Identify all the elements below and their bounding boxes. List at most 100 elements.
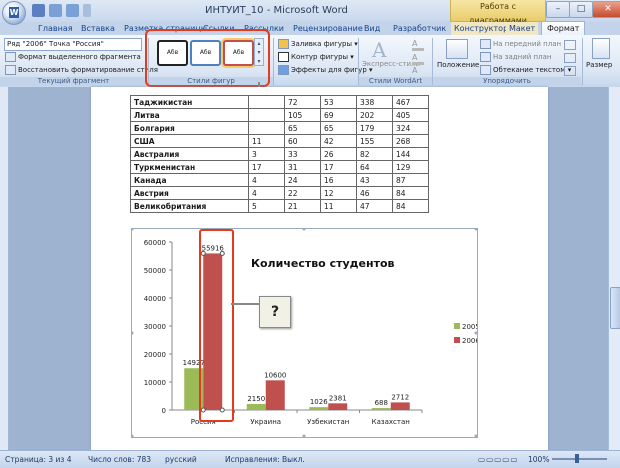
country-cell[interactable]: Литва [130, 108, 249, 122]
value-cell[interactable]: 53 [320, 95, 357, 109]
page-indicator[interactable]: Страница: 3 из 4 [5, 455, 72, 464]
rotate-icon[interactable] [564, 66, 576, 76]
format-selection-button[interactable]: Формат выделенного фрагмента [5, 52, 141, 62]
value-cell[interactable]: 268 [392, 134, 429, 148]
save-icon[interactable] [32, 4, 45, 17]
text-effects-icon[interactable]: A [412, 66, 417, 75]
bar-2005[interactable] [309, 407, 329, 410]
text-fill-icon[interactable]: A [412, 39, 424, 51]
value-cell[interactable]: 144 [392, 147, 429, 161]
value-cell[interactable]: 65 [320, 121, 357, 135]
close-button[interactable]: ✕ [592, 1, 620, 18]
tab-format[interactable]: Формат [541, 21, 586, 36]
value-cell[interactable] [248, 108, 285, 122]
language-indicator[interactable]: русский [165, 455, 197, 464]
vertical-scrollbar[interactable] [608, 87, 620, 450]
value-cell[interactable]: 129 [392, 160, 429, 174]
shape-fill-button[interactable]: Заливка фигуры ▾ [278, 39, 358, 49]
bar-2006[interactable] [265, 380, 285, 410]
country-cell[interactable]: Австралия [130, 147, 249, 161]
size-icon[interactable] [592, 38, 610, 59]
value-cell[interactable]: 155 [356, 134, 393, 148]
value-cell[interactable]: 22 [284, 186, 321, 200]
value-cell[interactable]: 202 [356, 108, 393, 122]
value-cell[interactable]: 33 [284, 147, 321, 161]
value-cell[interactable]: 84 [392, 199, 429, 213]
maximize-button[interactable]: □ [569, 1, 593, 18]
tab-developer[interactable]: Разработчик [393, 22, 446, 35]
value-cell[interactable]: 16 [320, 173, 357, 187]
value-cell[interactable]: 11 [320, 199, 357, 213]
tab-design[interactable]: Конструктор [451, 22, 512, 35]
text-outline-icon[interactable]: A [412, 53, 424, 65]
align-icon[interactable] [564, 40, 576, 50]
value-cell[interactable]: 3 [248, 147, 285, 161]
scrollbar-thumb[interactable] [610, 287, 620, 329]
redo-icon[interactable] [66, 4, 79, 17]
reset-style-button[interactable]: Восстановить форматирование стиля [5, 65, 158, 75]
value-cell[interactable]: 105 [284, 108, 321, 122]
bar-2006[interactable] [328, 403, 348, 410]
zoom-slider-thumb[interactable] [575, 454, 579, 463]
customize-quick-access-icon[interactable] [83, 4, 91, 17]
value-cell[interactable]: 11 [248, 134, 285, 148]
tab-insert[interactable]: Вставка [81, 22, 115, 35]
country-cell[interactable]: США [130, 134, 249, 148]
group-icon[interactable] [564, 53, 576, 63]
country-cell[interactable]: Австрия [130, 186, 249, 200]
tab-review[interactable]: Рецензирование [293, 22, 363, 35]
value-cell[interactable]: 24 [284, 173, 321, 187]
value-cell[interactable]: 405 [392, 108, 429, 122]
value-cell[interactable]: 12 [320, 186, 357, 200]
value-cell[interactable]: 72 [284, 95, 321, 109]
bar-2005[interactable] [371, 408, 391, 410]
country-cell[interactable]: Канада [130, 173, 249, 187]
country-cell[interactable]: Болгария [130, 121, 249, 135]
position-icon[interactable] [446, 39, 468, 59]
value-cell[interactable]: 338 [356, 95, 393, 109]
value-cell[interactable]: 17 [248, 160, 285, 174]
value-cell[interactable]: 43 [356, 173, 393, 187]
send-back-button[interactable]: На задний план [480, 52, 551, 62]
tab-home[interactable]: Главная [38, 22, 73, 35]
bar-2005[interactable] [246, 403, 266, 410]
value-cell[interactable]: 42 [320, 134, 357, 148]
track-changes-indicator[interactable]: Исправления: Выкл. [225, 455, 305, 464]
value-cell[interactable]: 5 [248, 199, 285, 213]
chart-title[interactable]: Количество студентов [251, 257, 394, 270]
value-cell[interactable]: 4 [248, 173, 285, 187]
value-cell[interactable]: 4 [248, 186, 285, 200]
position-button[interactable]: Положение [437, 61, 479, 69]
wordart-a-icon[interactable]: A [372, 38, 386, 62]
bar-2006[interactable] [390, 402, 410, 410]
country-cell[interactable]: Великобритания [130, 199, 249, 213]
value-cell[interactable]: 26 [320, 147, 357, 161]
value-cell[interactable] [248, 95, 285, 109]
chart-element-selector[interactable]: Ряд "2006" Точка "Россия" [4, 38, 142, 51]
value-cell[interactable]: 87 [392, 173, 429, 187]
zoom-level[interactable]: 100% [528, 455, 549, 464]
value-cell[interactable] [248, 121, 285, 135]
value-cell[interactable]: 82 [356, 147, 393, 161]
value-cell[interactable]: 47 [356, 199, 393, 213]
value-cell[interactable]: 21 [284, 199, 321, 213]
tab-layout[interactable]: Макет [506, 22, 539, 35]
value-cell[interactable]: 65 [284, 121, 321, 135]
country-cell[interactable]: Туркменистан [130, 160, 249, 174]
value-cell[interactable]: 69 [320, 108, 357, 122]
minimize-button[interactable]: – [546, 1, 570, 18]
undo-icon[interactable] [49, 4, 62, 17]
shape-outline-button[interactable]: Контур фигуры ▾ [278, 52, 354, 62]
value-cell[interactable]: 467 [392, 95, 429, 109]
size-button[interactable]: Размер [586, 61, 612, 69]
value-cell[interactable]: 324 [392, 121, 429, 135]
value-cell[interactable]: 179 [356, 121, 393, 135]
word-count[interactable]: Число слов: 783 [88, 455, 151, 464]
value-cell[interactable]: 64 [356, 160, 393, 174]
value-cell[interactable]: 17 [320, 160, 357, 174]
country-cell[interactable]: Таджикистан [130, 95, 249, 109]
zoom-slider[interactable] [552, 458, 607, 460]
value-cell[interactable]: 46 [356, 186, 393, 200]
value-cell[interactable]: 60 [284, 134, 321, 148]
view-buttons[interactable]: ▭▭▭▭▭ [478, 455, 518, 464]
